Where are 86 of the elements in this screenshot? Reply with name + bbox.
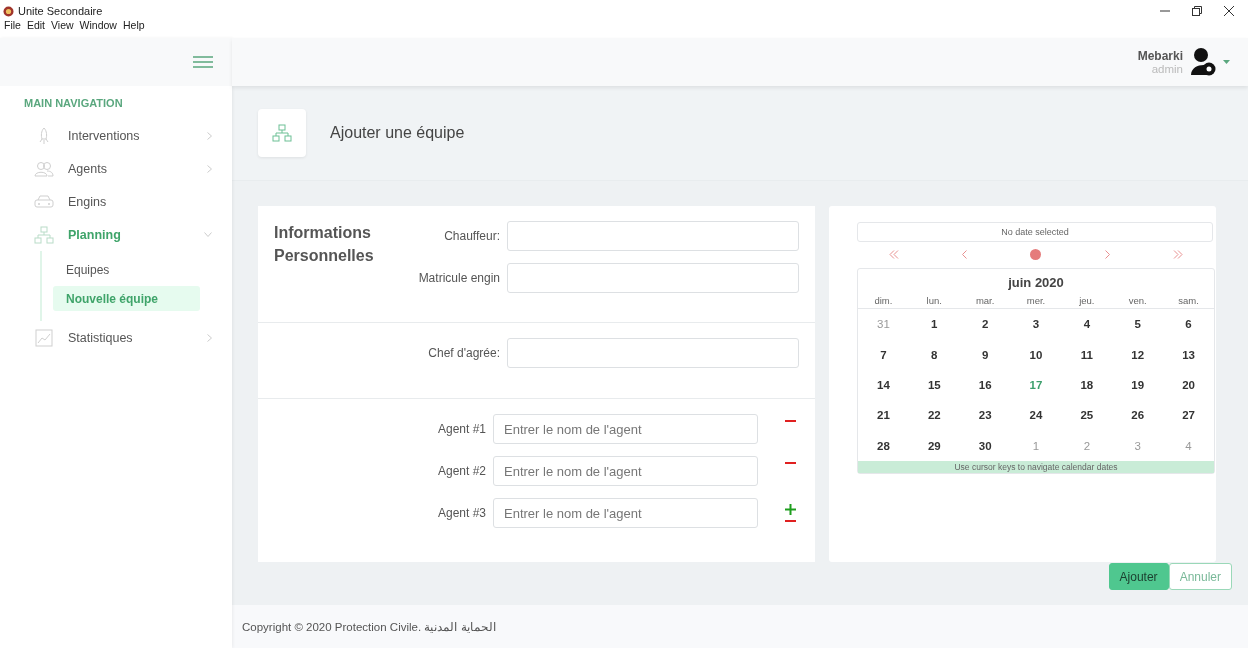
calendar-day[interactable]: 14 bbox=[858, 378, 909, 391]
section-title: Informations Personnelles bbox=[274, 223, 375, 266]
calendar-day[interactable]: 24 bbox=[1010, 409, 1062, 422]
calendar-day[interactable]: 18 bbox=[1061, 378, 1113, 391]
calendar-day[interactable]: 10 bbox=[1010, 348, 1062, 361]
calendar-day[interactable]: 7 bbox=[858, 348, 909, 361]
calendar-day[interactable]: 23 bbox=[959, 409, 1011, 422]
app-logo-icon bbox=[3, 5, 14, 17]
weekday-label: lun. bbox=[925, 295, 943, 306]
restore-icon[interactable] bbox=[1192, 6, 1202, 16]
sitemap-icon bbox=[34, 225, 54, 244]
nav-item[interactable]: Interventions bbox=[24, 119, 212, 152]
people-icon bbox=[34, 160, 54, 177]
menu-icon[interactable] bbox=[193, 55, 213, 69]
calendar-hint: Use cursor keys to navigate calendar dates bbox=[858, 460, 1214, 473]
field-label: Agent #1 bbox=[436, 422, 486, 436]
plus-icon[interactable] bbox=[785, 504, 796, 515]
field-label: Chef d'agrée: bbox=[427, 346, 500, 360]
user-role: admin bbox=[1151, 63, 1183, 75]
calendar-day[interactable]: 29 bbox=[908, 439, 960, 452]
weekday-label: mer. bbox=[1025, 295, 1047, 306]
double-right-icon[interactable] bbox=[1173, 249, 1184, 259]
section-heading: MAIN NAVIGATION bbox=[23, 96, 124, 111]
calendar-day[interactable]: 21 bbox=[858, 409, 909, 422]
menu-item[interactable]: Edit bbox=[26, 19, 45, 31]
input-field[interactable]: Entrer le nom de l'agent bbox=[493, 414, 758, 444]
calendar-day[interactable]: 5 bbox=[1112, 318, 1164, 331]
calendar-day[interactable]: 6 bbox=[1163, 318, 1214, 331]
input-field[interactable]: Entrer le nom de l'agent bbox=[493, 498, 758, 528]
chart-icon bbox=[35, 328, 53, 347]
input-field[interactable] bbox=[507, 263, 799, 293]
calendar-day[interactable]: 8 bbox=[908, 348, 960, 361]
input-field[interactable]: Entrer le nom de l'agent bbox=[493, 456, 758, 486]
date-value-field[interactable]: No date selected bbox=[857, 222, 1213, 242]
chevron-right-icon[interactable] bbox=[1104, 249, 1110, 259]
field-label: Agent #2 bbox=[436, 464, 486, 478]
double-left-icon[interactable] bbox=[888, 249, 899, 259]
submenu-item[interactable]: Equipes bbox=[53, 257, 200, 282]
input-field[interactable] bbox=[507, 221, 799, 251]
user-name: Mebarki bbox=[1137, 49, 1183, 63]
calendar-day[interactable]: 1 bbox=[908, 318, 960, 331]
calendar-day[interactable]: 12 bbox=[1112, 348, 1164, 361]
menu-item[interactable]: Help bbox=[122, 19, 145, 31]
calendar-day[interactable]: 20 bbox=[1163, 378, 1214, 391]
field-label: Agent #3 bbox=[436, 506, 486, 520]
calendar-day[interactable]: 16 bbox=[959, 378, 1011, 391]
car-icon bbox=[34, 194, 54, 209]
copyright-text: Copyright © 2020 Protection Civile. الحماية المدنية bbox=[242, 619, 496, 634]
chevron-left-icon[interactable] bbox=[962, 249, 968, 259]
weekday-label: sam. bbox=[1177, 295, 1200, 306]
action-button[interactable]: Ajouter bbox=[1108, 563, 1169, 590]
menu-item[interactable]: View bbox=[51, 19, 74, 31]
calendar-day[interactable]: 15 bbox=[908, 378, 960, 391]
calendar-day[interactable]: 3 bbox=[1010, 318, 1062, 331]
page-title: Ajouter une équipe bbox=[330, 124, 465, 142]
nav-item[interactable]: Engins bbox=[24, 185, 212, 218]
calendar-day[interactable]: 2 bbox=[959, 318, 1011, 331]
calendar-day[interactable]: 25 bbox=[1061, 409, 1113, 422]
nav-item[interactable]: Statistiques bbox=[24, 321, 212, 354]
sitemap-icon bbox=[272, 124, 292, 142]
calendar-day[interactable]: 26 bbox=[1112, 409, 1164, 422]
dot-icon[interactable] bbox=[1030, 248, 1042, 260]
calendar-day[interactable]: 11 bbox=[1061, 348, 1113, 361]
user-gear-icon[interactable] bbox=[1191, 47, 1217, 77]
calendar-day[interactable]: 9 bbox=[959, 348, 1011, 361]
menu-item[interactable]: Window bbox=[79, 19, 117, 31]
calendar-day[interactable]: 13 bbox=[1163, 348, 1214, 361]
weekday-label: dim. bbox=[873, 295, 894, 306]
caret-down-icon[interactable] bbox=[1223, 60, 1230, 64]
calendar-day[interactable]: 22 bbox=[908, 409, 960, 422]
menu-item[interactable]: File bbox=[4, 19, 21, 31]
calendar-day[interactable]: 28 bbox=[858, 439, 909, 452]
window-title: Unite Secondaire bbox=[18, 5, 103, 17]
weekday-label: ven. bbox=[1127, 295, 1148, 306]
calendar-day[interactable]: 30 bbox=[959, 439, 1011, 452]
calendar-day[interactable]: 27 bbox=[1163, 409, 1214, 422]
field-label: Chauffeur: bbox=[443, 229, 500, 243]
calendar-day[interactable]: 4 bbox=[1061, 318, 1113, 331]
weekday-label: mar. bbox=[974, 295, 996, 306]
nav-item[interactable]: Agents bbox=[24, 152, 212, 185]
input-field[interactable] bbox=[507, 338, 799, 368]
month-title: juin 2020 bbox=[1007, 274, 1065, 290]
close-icon[interactable] bbox=[1224, 6, 1234, 16]
weekday-label: jeu. bbox=[1078, 295, 1096, 306]
field-label: Matricule engin bbox=[417, 271, 500, 285]
calendar-day[interactable]: 19 bbox=[1112, 378, 1164, 391]
